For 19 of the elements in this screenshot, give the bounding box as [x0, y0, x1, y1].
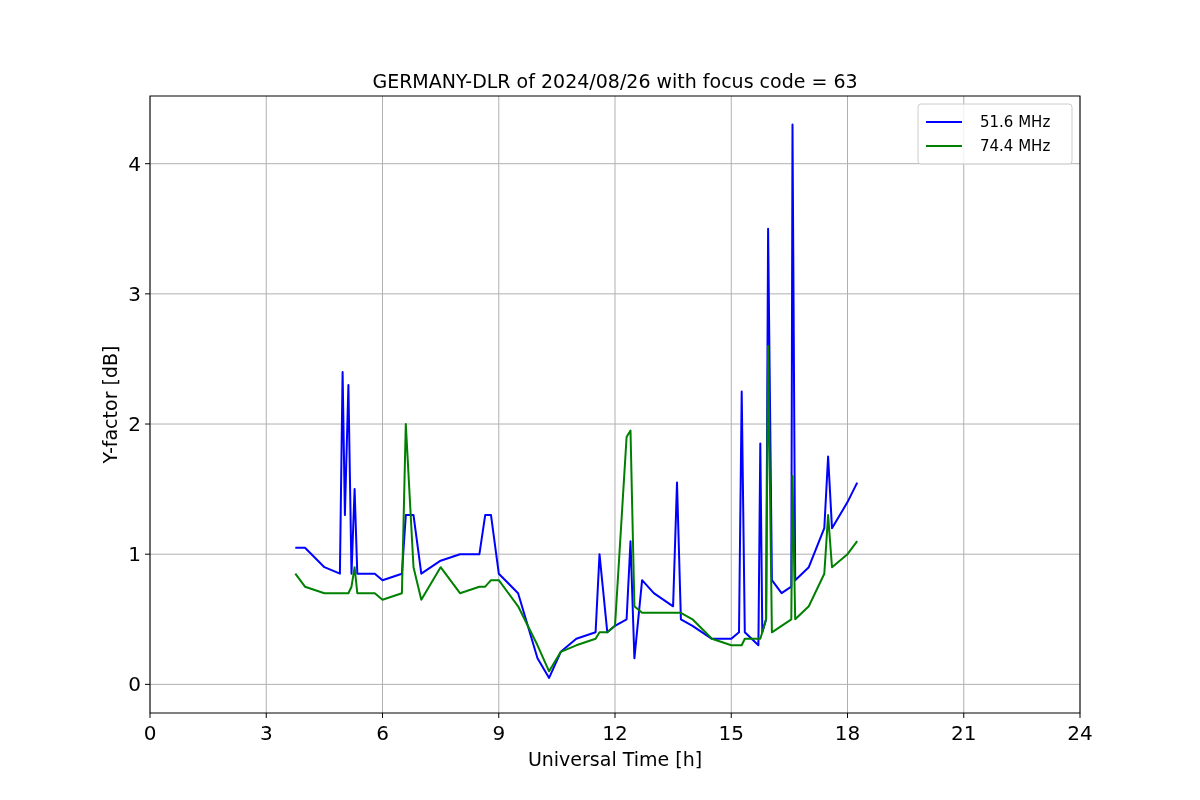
x-tick-label: 6	[376, 721, 389, 745]
y-tick-label: 4	[128, 151, 141, 176]
x-tick-label: 12	[602, 721, 628, 745]
x-tick-label: 3	[259, 721, 273, 745]
x-tick-label: 21	[951, 721, 977, 745]
legend-label: 51.6 MHz	[980, 113, 1051, 131]
x-tick-label: 15	[718, 721, 744, 745]
y-axis-label: Y-factor [dB]	[99, 345, 121, 464]
y-tick-label: 0	[128, 672, 141, 697]
x-tick-label: 24	[1067, 721, 1093, 745]
y-tick-label: 1	[128, 542, 141, 567]
legend-label: 74.4 MHz	[980, 137, 1051, 155]
chart-title: GERMANY-DLR of 2024/08/26 with focus code = 63	[372, 70, 858, 92]
x-tick-label: 18	[834, 721, 861, 745]
x-tick-label: 9	[492, 721, 506, 745]
y-tick-label: 3	[128, 281, 141, 306]
x-tick-label: 0	[143, 721, 157, 745]
x-axis-label: Universal Time [h]	[527, 748, 703, 770]
y-tick-label: 2	[128, 412, 141, 437]
